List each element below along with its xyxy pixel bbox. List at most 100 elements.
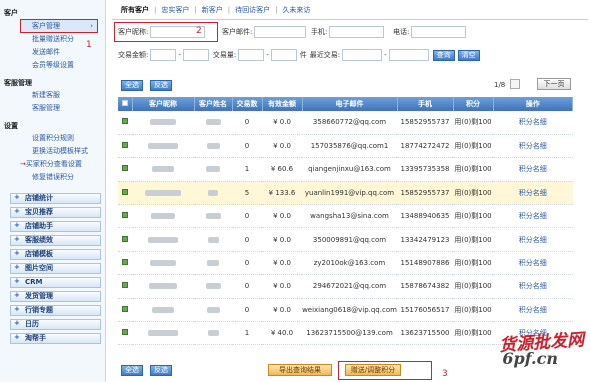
table-row[interactable]: 0 ¥ 0.0 weixiang0618@vip.qq.com 15176056517… bbox=[118, 298, 573, 323]
points-detail-link[interactable]: 积分名细 bbox=[519, 236, 547, 244]
table-row[interactable]: 0 ¥ 0.0 157035876@qq.com1 18774272472 用(0)剩1… bbox=[118, 134, 573, 159]
cell-name bbox=[194, 274, 232, 299]
blurred-name bbox=[205, 119, 221, 126]
sidebar-category[interactable]: + 行销专题 bbox=[10, 305, 101, 316]
row-checkbox[interactable] bbox=[118, 204, 132, 229]
sidebar-category[interactable]: + 客服绩效 bbox=[10, 235, 101, 246]
sidebar-category[interactable]: + 店铺模板 bbox=[10, 249, 101, 260]
select-all-button[interactable]: 全选 bbox=[121, 80, 143, 91]
blurred-name bbox=[207, 260, 219, 267]
header-checkbox[interactable] bbox=[118, 97, 133, 111]
table-row[interactable]: 0 ¥ 0.0 wangsha13@sina.com 13488940635 用(0)剩… bbox=[118, 204, 573, 229]
table-row[interactable]: 0 ¥ 0.0 350009891@qq.com 13342479123 用(0)剩10… bbox=[118, 227, 573, 252]
row-checkbox[interactable] bbox=[118, 321, 132, 346]
recent-end-input[interactable] bbox=[388, 49, 429, 61]
row-checkbox[interactable] bbox=[118, 157, 132, 182]
sidebar-category[interactable]: + 淘帮手 bbox=[10, 333, 101, 344]
sidebar-category[interactable]: + 店铺统计 bbox=[10, 193, 101, 204]
points-detail-link[interactable]: 积分名细 bbox=[519, 259, 547, 267]
sidebar-category[interactable]: + 图片空间 bbox=[10, 263, 101, 274]
sidebar-category[interactable]: + CRM bbox=[10, 277, 101, 288]
invert-selection-button[interactable]: 反选 bbox=[150, 80, 172, 91]
sidebar-item-service-manage[interactable]: 客服管理 bbox=[0, 102, 105, 115]
amount-min-input[interactable] bbox=[150, 49, 177, 61]
sidebar-item-new-service[interactable]: 新建客服 bbox=[0, 89, 105, 102]
sidebar-item-customer-manage[interactable]: 客户管理 › bbox=[20, 19, 98, 33]
cell-amount: ¥ 60.6 bbox=[262, 157, 302, 182]
sidebar-category[interactable]: + 发货管理 bbox=[10, 291, 101, 302]
checkbox-icon bbox=[122, 305, 128, 312]
cell-amount: ¥ 0.0 bbox=[262, 204, 302, 229]
row-checkbox[interactable] bbox=[118, 111, 132, 135]
cell-count: 0 bbox=[232, 134, 262, 159]
points-detail-link[interactable]: 积分名细 bbox=[519, 165, 547, 173]
row-checkbox[interactable] bbox=[118, 298, 132, 323]
bottom-select-all-button[interactable]: 全选 bbox=[121, 365, 143, 376]
table-row[interactable]: 1 ¥ 60.6 qiangenjinxu@163.com 13395735358 用(… bbox=[118, 157, 573, 182]
sidebar-category[interactable]: + 宝贝推荐 bbox=[10, 207, 101, 218]
sidebar-item-points-rules[interactable]: 设置积分规则 bbox=[0, 132, 105, 145]
header-amount: 有效金额 bbox=[262, 97, 303, 111]
sidebar-item-member-level[interactable]: 会员等级设置 bbox=[0, 59, 105, 72]
sidebar-item-buyer-points-view[interactable]: →买家积分查看设置 bbox=[0, 158, 105, 171]
table-row[interactable]: 0 ¥ 0.0 294672021@qq.com 15878674382 用(0)剩10… bbox=[118, 274, 573, 299]
points-detail-link[interactable]: 积分名细 bbox=[519, 142, 547, 150]
recent-start-input[interactable] bbox=[342, 49, 383, 61]
row-checkbox[interactable] bbox=[118, 274, 132, 299]
points-detail-link[interactable]: 积分名细 bbox=[519, 282, 547, 290]
row-checkbox[interactable] bbox=[118, 134, 132, 159]
sidebar-category[interactable]: + 日历 bbox=[10, 319, 101, 330]
sidebar-item-send-email[interactable]: 发送邮件 bbox=[0, 46, 105, 59]
count-min-input[interactable] bbox=[238, 49, 265, 61]
mobile-input[interactable] bbox=[329, 26, 385, 38]
blurred-name bbox=[205, 213, 221, 220]
clear-button[interactable]: 清空 bbox=[457, 49, 480, 61]
annotation-3: 3 bbox=[442, 369, 448, 379]
cell-mobile: 13623715500 bbox=[397, 321, 453, 346]
checkbox-icon bbox=[122, 282, 128, 289]
cell-action: 积分名细 bbox=[493, 181, 573, 206]
points-detail-link[interactable]: 积分名细 bbox=[519, 306, 547, 314]
bottom-invert-button[interactable]: 反选 bbox=[150, 365, 172, 376]
sidebar-category[interactable]: + 店铺助手 bbox=[10, 221, 101, 232]
cell-nickname bbox=[132, 157, 194, 182]
blurred-name bbox=[206, 306, 220, 313]
sidebar-item-template-style[interactable]: 更换活动模板样式 bbox=[0, 145, 105, 158]
amount-max-input[interactable] bbox=[182, 49, 209, 61]
row-checkbox[interactable] bbox=[118, 181, 132, 206]
cell-count: 0 bbox=[232, 204, 262, 229]
points-detail-link[interactable]: 积分名细 bbox=[519, 212, 547, 220]
header-name: 客户姓名 bbox=[194, 97, 233, 111]
tab-long-absent[interactable]: 久未来访 bbox=[277, 5, 315, 15]
export-results-button[interactable]: 导出查询结果 bbox=[268, 364, 332, 376]
table-row[interactable]: 0 ¥ 0.0 zy2010ok@163.com 15148907886 用(0)剩10… bbox=[118, 251, 573, 276]
cell-name bbox=[194, 157, 232, 182]
page-select[interactable] bbox=[510, 79, 520, 89]
sidebar-item-fix-points[interactable]: 修复错误积分 bbox=[0, 171, 105, 184]
tab-pending-visit[interactable]: 待回访客户 bbox=[230, 5, 275, 15]
watermark-domain: 6pf.cn bbox=[502, 349, 558, 368]
table-row[interactable]: 5 ¥ 133.6 yuanlin1991@vip.qq.com 1585295573… bbox=[118, 181, 573, 206]
cell-nickname bbox=[132, 274, 194, 299]
next-page-button[interactable]: 下一页 bbox=[537, 78, 571, 90]
email-filter: 客户邮件: bbox=[222, 26, 307, 38]
tab-all-customers[interactable]: 所有客户 bbox=[116, 5, 154, 15]
query-button[interactable]: 查询 bbox=[432, 49, 455, 61]
sidebar-category-label: 客服绩效 bbox=[25, 236, 53, 244]
points-detail-link[interactable]: 积分名细 bbox=[519, 189, 547, 197]
blurred-nickname bbox=[149, 283, 177, 290]
tab-loyal-customers[interactable]: 忠实客户 bbox=[156, 5, 194, 15]
points-detail-link[interactable]: 积分名细 bbox=[519, 118, 547, 126]
row-checkbox[interactable] bbox=[118, 251, 132, 276]
tab-new-customers[interactable]: 新客户 bbox=[197, 5, 228, 15]
email-input[interactable] bbox=[254, 26, 307, 38]
chevron-right-icon: › bbox=[90, 22, 93, 30]
table-row[interactable]: 0 ¥ 0.0 358660772@qq.com 15852955737 用(0)剩10… bbox=[118, 111, 573, 135]
blurred-name bbox=[205, 283, 221, 290]
cell-count: 0 bbox=[232, 111, 262, 135]
count-max-input[interactable] bbox=[270, 49, 297, 61]
count-unit: 件 bbox=[299, 51, 307, 59]
row-checkbox[interactable] bbox=[118, 227, 132, 252]
phone-input[interactable] bbox=[411, 26, 467, 38]
cell-nickname bbox=[132, 321, 194, 346]
